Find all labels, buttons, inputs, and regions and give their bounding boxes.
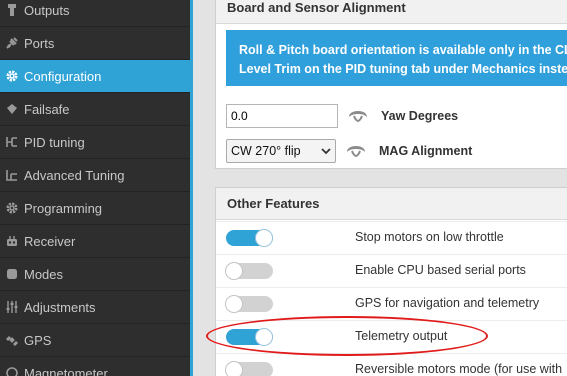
feature-row: Stop motors on low throttle (216, 221, 567, 254)
toggle-knob (225, 262, 243, 280)
mag-alignment-row: CW 270° flip MAG Alignment (226, 138, 472, 164)
sidebar-item-label: PID tuning (24, 134, 85, 150)
sidebar-item-receiver[interactable]: Receiver (0, 225, 190, 258)
sliders-icon (0, 300, 24, 314)
feature-label: Enable CPU based serial ports (355, 263, 526, 277)
sidebar-item-label: Failsafe (24, 101, 70, 117)
failsafe-icon (0, 102, 24, 116)
feature-row: Reversible motors mode (for use with (216, 353, 567, 376)
sidebar-item-magnetometer[interactable]: Magnetometer (0, 357, 190, 376)
compass-icon (0, 366, 24, 376)
sidebar-item-label: Receiver (24, 233, 76, 249)
mag-alignment-label: MAG Alignment (379, 144, 473, 158)
feature-label: GPS for navigation and telemetry (355, 296, 540, 310)
select-value: CW 270° flip (231, 144, 301, 158)
sidebar-item-adjustments[interactable]: Adjustments (0, 291, 190, 324)
highlight-ellipse (206, 316, 488, 356)
sidebar-item-label: Outputs (24, 2, 70, 18)
sidebar-item-outputs[interactable]: Outputs (0, 0, 190, 27)
cli-info-note: Roll & Pitch board orientation is availa… (226, 30, 567, 86)
info-line: Level Trim on the PID tuning tab under M… (239, 62, 567, 76)
feature-label: Reversible motors mode (for use with (355, 362, 563, 376)
sidebar-item-pid-tuning[interactable]: PID tuning (0, 126, 190, 159)
sidebar-item-modes[interactable]: Modes (0, 258, 190, 291)
sidebar-item-label: Adjustments (24, 299, 96, 315)
outputs-icon (0, 3, 24, 17)
gear-icon (0, 69, 24, 83)
sidebar-item-label: Modes (24, 266, 64, 282)
board-alignment-panel: Board and Sensor Alignment Roll & Pitch … (215, 0, 567, 169)
chevron-down-icon (321, 144, 331, 158)
mag-alignment-select[interactable]: CW 270° flip (226, 139, 336, 163)
toggle-knob (255, 229, 273, 247)
info-line: Roll & Pitch board orientation is availa… (239, 43, 567, 57)
sidebar-item-advanced-tuning[interactable]: Advanced Tuning (0, 159, 190, 192)
sidebar-item-failsafe[interactable]: Failsafe (0, 93, 190, 126)
gps-toggle[interactable] (225, 295, 273, 313)
gear-icon (0, 201, 24, 215)
help-icon[interactable] (347, 109, 369, 123)
sidebar-item-programming[interactable]: Programming (0, 192, 190, 225)
advanced-tuning-icon (0, 168, 24, 182)
receiver-icon (0, 234, 24, 248)
yaw-degrees-input[interactable] (226, 104, 338, 128)
plug-icon (0, 36, 24, 50)
sidebar: Outputs Ports Configuration Failsafe PID… (0, 0, 190, 376)
feature-row: GPS for navigation and telemetry (216, 287, 567, 320)
satellite-icon (0, 333, 24, 347)
help-icon[interactable] (345, 144, 367, 158)
sidebar-item-gps[interactable]: GPS (0, 324, 190, 357)
pid-icon (0, 135, 24, 149)
sidebar-item-ports[interactable]: Ports (0, 27, 190, 60)
sidebar-item-label: Advanced Tuning (24, 167, 125, 183)
stop-motors-toggle[interactable] (226, 229, 273, 247)
yaw-degrees-label: Yaw Degrees (381, 109, 459, 123)
feature-label: Stop motors on low throttle (355, 230, 504, 244)
panel-title: Other Features (216, 188, 567, 220)
yaw-degrees-row: Yaw Degrees (226, 103, 458, 129)
sidebar-item-label: GPS (24, 332, 52, 348)
feature-row: Enable CPU based serial ports (216, 254, 567, 287)
modes-icon (0, 267, 24, 281)
cpu-serial-ports-toggle[interactable] (225, 262, 273, 280)
sidebar-item-label: Configuration (24, 68, 102, 84)
sidebar-item-label: Ports (24, 35, 55, 51)
panel-title: Board and Sensor Alignment (216, 0, 567, 24)
sidebar-item-label: Magnetometer (24, 365, 108, 376)
reversible-motors-toggle[interactable] (225, 361, 273, 376)
sidebar-item-configuration[interactable]: Configuration (0, 60, 190, 93)
sidebar-item-label: Programming (24, 200, 103, 216)
toggle-knob (225, 361, 243, 376)
toggle-knob (225, 295, 243, 313)
